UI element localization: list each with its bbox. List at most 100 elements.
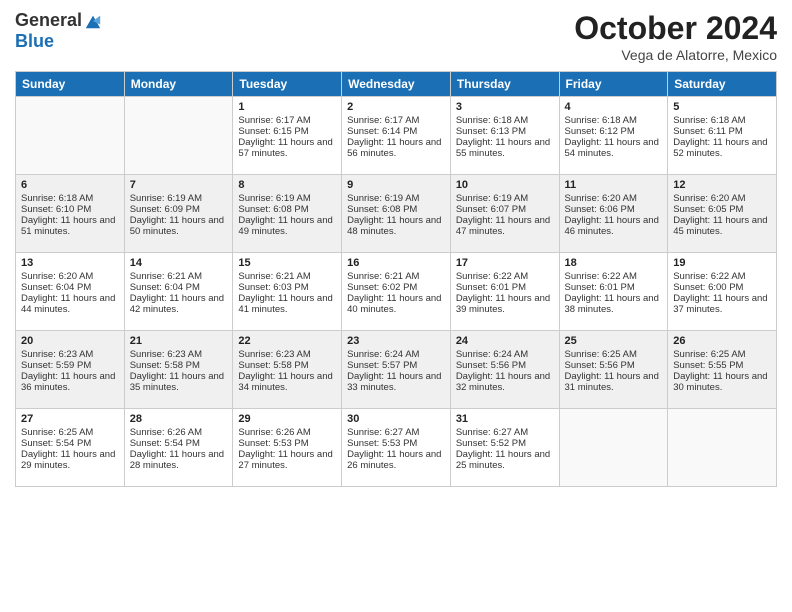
- day-info-11: Sunrise: 6:20 AM Sunset: 6:06 PM Dayligh…: [565, 193, 663, 237]
- cell-4-1: 28Sunrise: 6:26 AM Sunset: 5:54 PM Dayli…: [124, 409, 233, 487]
- day-number-7: 7: [130, 179, 228, 191]
- day-number-23: 23: [347, 335, 445, 347]
- day-number-19: 19: [673, 257, 771, 269]
- cell-3-3: 23 Sunrise: 6:24 AM Sunset: 5:57 PM Dayli…: [342, 331, 451, 409]
- day-info-2: Sunrise: 6:17 AM Sunset: 6:14 PM Dayligh…: [347, 115, 445, 159]
- cell-0-3: 2 Sunrise: 6:17 AM Sunset: 6:14 PM Daylig…: [342, 97, 451, 175]
- day-info-17: Sunrise: 6:22 AM Sunset: 6:01 PM Dayligh…: [456, 271, 554, 315]
- cell-3-1: 21Sunrise: 6:23 AM Sunset: 5:58 PM Dayli…: [124, 331, 233, 409]
- day-number-10: 10: [456, 179, 554, 191]
- day-info-29: Sunrise: 6:26 AM Sunset: 5:53 PM Dayligh…: [238, 427, 336, 471]
- day-number-21: 21: [130, 335, 228, 347]
- day-number-29: 29: [238, 413, 336, 425]
- day-info-26: Sunrise: 6:25 AM Sunset: 5:55 PM Dayligh…: [673, 349, 771, 393]
- logo-icon: [84, 12, 102, 30]
- day-number-12: 12: [673, 179, 771, 191]
- logo-text: General: [15, 10, 102, 31]
- header-monday: Monday: [124, 72, 233, 97]
- cell-3-6: 26 Sunrise: 6:25 AM Sunset: 5:55 PM Dayli…: [668, 331, 777, 409]
- cell-2-6: 19 Sunrise: 6:22 AM Sunset: 6:00 PM Dayli…: [668, 253, 777, 331]
- day-info-7: Sunrise: 6:19 AM Sunset: 6:09 PM Dayligh…: [130, 193, 228, 237]
- main-title: October 2024: [574, 10, 777, 47]
- day-number-31: 31: [456, 413, 554, 425]
- day-number-2: 2: [347, 101, 445, 113]
- header-wednesday: Wednesday: [342, 72, 451, 97]
- cell-1-4: 10Sunrise: 6:19 AM Sunset: 6:07 PM Dayli…: [450, 175, 559, 253]
- cell-1-0: 6 Sunrise: 6:18 AM Sunset: 6:10 PM Daylig…: [16, 175, 125, 253]
- day-info-16: Sunrise: 6:21 AM Sunset: 6:02 PM Dayligh…: [347, 271, 445, 315]
- day-number-1: 1: [238, 101, 336, 113]
- header: General Blue October 2024 Vega de Alator…: [15, 10, 777, 63]
- cell-4-5: [559, 409, 668, 487]
- cell-3-5: 25 Sunrise: 6:25 AM Sunset: 5:56 PM Dayli…: [559, 331, 668, 409]
- week-row-4: 27Sunrise: 6:25 AM Sunset: 5:54 PM Dayli…: [16, 409, 777, 487]
- day-info-4: Sunrise: 6:18 AM Sunset: 6:12 PM Dayligh…: [565, 115, 663, 159]
- cell-1-5: 11Sunrise: 6:20 AM Sunset: 6:06 PM Dayli…: [559, 175, 668, 253]
- day-number-9: 9: [347, 179, 445, 191]
- calendar-page: General Blue October 2024 Vega de Alator…: [0, 0, 792, 612]
- day-number-30: 30: [347, 413, 445, 425]
- week-row-3: 20 Sunrise: 6:23 AM Sunset: 5:59 PM Dayli…: [16, 331, 777, 409]
- calendar-table: Sunday Monday Tuesday Wednesday Thursday…: [15, 71, 777, 487]
- day-number-13: 13: [21, 257, 119, 269]
- cell-4-4: 31 Sunrise: 6:27 AM Sunset: 5:52 PM Dayli…: [450, 409, 559, 487]
- cell-4-0: 27Sunrise: 6:25 AM Sunset: 5:54 PM Dayli…: [16, 409, 125, 487]
- cell-2-0: 13 Sunrise: 6:20 AM Sunset: 6:04 PM Dayli…: [16, 253, 125, 331]
- cell-2-2: 15Sunrise: 6:21 AM Sunset: 6:03 PM Dayli…: [233, 253, 342, 331]
- logo-general: General: [15, 10, 82, 31]
- logo-blue: Blue: [15, 31, 54, 52]
- day-number-18: 18: [565, 257, 663, 269]
- cell-3-0: 20 Sunrise: 6:23 AM Sunset: 5:59 PM Dayli…: [16, 331, 125, 409]
- cell-0-0: [16, 97, 125, 175]
- day-info-13: Sunrise: 6:20 AM Sunset: 6:04 PM Dayligh…: [21, 271, 119, 315]
- day-number-14: 14: [130, 257, 228, 269]
- day-number-24: 24: [456, 335, 554, 347]
- day-info-6: Sunrise: 6:18 AM Sunset: 6:10 PM Dayligh…: [21, 193, 119, 237]
- day-info-9: Sunrise: 6:19 AM Sunset: 6:08 PM Dayligh…: [347, 193, 445, 237]
- day-info-23: Sunrise: 6:24 AM Sunset: 5:57 PM Dayligh…: [347, 349, 445, 393]
- day-number-22: 22: [238, 335, 336, 347]
- day-number-25: 25: [565, 335, 663, 347]
- cell-4-3: 30 Sunrise: 6:27 AM Sunset: 5:53 PM Dayli…: [342, 409, 451, 487]
- day-info-15: Sunrise: 6:21 AM Sunset: 6:03 PM Dayligh…: [238, 271, 336, 315]
- day-number-3: 3: [456, 101, 554, 113]
- day-info-24: Sunrise: 6:24 AM Sunset: 5:56 PM Dayligh…: [456, 349, 554, 393]
- day-info-25: Sunrise: 6:25 AM Sunset: 5:56 PM Dayligh…: [565, 349, 663, 393]
- cell-0-1: [124, 97, 233, 175]
- cell-2-4: 17 Sunrise: 6:22 AM Sunset: 6:01 PM Dayli…: [450, 253, 559, 331]
- day-number-26: 26: [673, 335, 771, 347]
- cell-2-1: 14Sunrise: 6:21 AM Sunset: 6:04 PM Dayli…: [124, 253, 233, 331]
- day-info-30: Sunrise: 6:27 AM Sunset: 5:53 PM Dayligh…: [347, 427, 445, 471]
- day-info-8: Sunrise: 6:19 AM Sunset: 6:08 PM Dayligh…: [238, 193, 336, 237]
- day-number-5: 5: [673, 101, 771, 113]
- day-info-31: Sunrise: 6:27 AM Sunset: 5:52 PM Dayligh…: [456, 427, 554, 471]
- day-number-28: 28: [130, 413, 228, 425]
- week-row-2: 13 Sunrise: 6:20 AM Sunset: 6:04 PM Dayli…: [16, 253, 777, 331]
- cell-1-6: 12Sunrise: 6:20 AM Sunset: 6:05 PM Dayli…: [668, 175, 777, 253]
- cell-1-2: 8Sunrise: 6:19 AM Sunset: 6:08 PM Daylig…: [233, 175, 342, 253]
- day-info-20: Sunrise: 6:23 AM Sunset: 5:59 PM Dayligh…: [21, 349, 119, 393]
- cell-0-6: 5 Sunrise: 6:18 AM Sunset: 6:11 PM Daylig…: [668, 97, 777, 175]
- day-info-1: Sunrise: 6:17 AM Sunset: 6:15 PM Dayligh…: [238, 115, 336, 159]
- day-number-17: 17: [456, 257, 554, 269]
- title-block: October 2024 Vega de Alatorre, Mexico: [574, 10, 777, 63]
- day-number-16: 16: [347, 257, 445, 269]
- logo: General Blue: [15, 10, 102, 52]
- cell-3-4: 24 Sunrise: 6:24 AM Sunset: 5:56 PM Dayli…: [450, 331, 559, 409]
- day-number-6: 6: [21, 179, 119, 191]
- cell-4-6: [668, 409, 777, 487]
- week-row-0: 1 Sunrise: 6:17 AM Sunset: 6:15 PM Daylig…: [16, 97, 777, 175]
- cell-0-4: 3Sunrise: 6:18 AM Sunset: 6:13 PM Daylig…: [450, 97, 559, 175]
- cell-2-5: 18Sunrise: 6:22 AM Sunset: 6:01 PM Dayli…: [559, 253, 668, 331]
- week-row-1: 6 Sunrise: 6:18 AM Sunset: 6:10 PM Daylig…: [16, 175, 777, 253]
- cell-4-2: 29 Sunrise: 6:26 AM Sunset: 5:53 PM Dayli…: [233, 409, 342, 487]
- day-info-22: Sunrise: 6:23 AM Sunset: 5:58 PM Dayligh…: [238, 349, 336, 393]
- header-friday: Friday: [559, 72, 668, 97]
- cell-2-3: 16 Sunrise: 6:21 AM Sunset: 6:02 PM Dayli…: [342, 253, 451, 331]
- day-info-19: Sunrise: 6:22 AM Sunset: 6:00 PM Dayligh…: [673, 271, 771, 315]
- day-number-20: 20: [21, 335, 119, 347]
- day-info-27: Sunrise: 6:25 AM Sunset: 5:54 PM Dayligh…: [21, 427, 119, 471]
- cell-0-5: 4Sunrise: 6:18 AM Sunset: 6:12 PM Daylig…: [559, 97, 668, 175]
- day-info-5: Sunrise: 6:18 AM Sunset: 6:11 PM Dayligh…: [673, 115, 771, 159]
- cell-1-1: 7 Sunrise: 6:19 AM Sunset: 6:09 PM Daylig…: [124, 175, 233, 253]
